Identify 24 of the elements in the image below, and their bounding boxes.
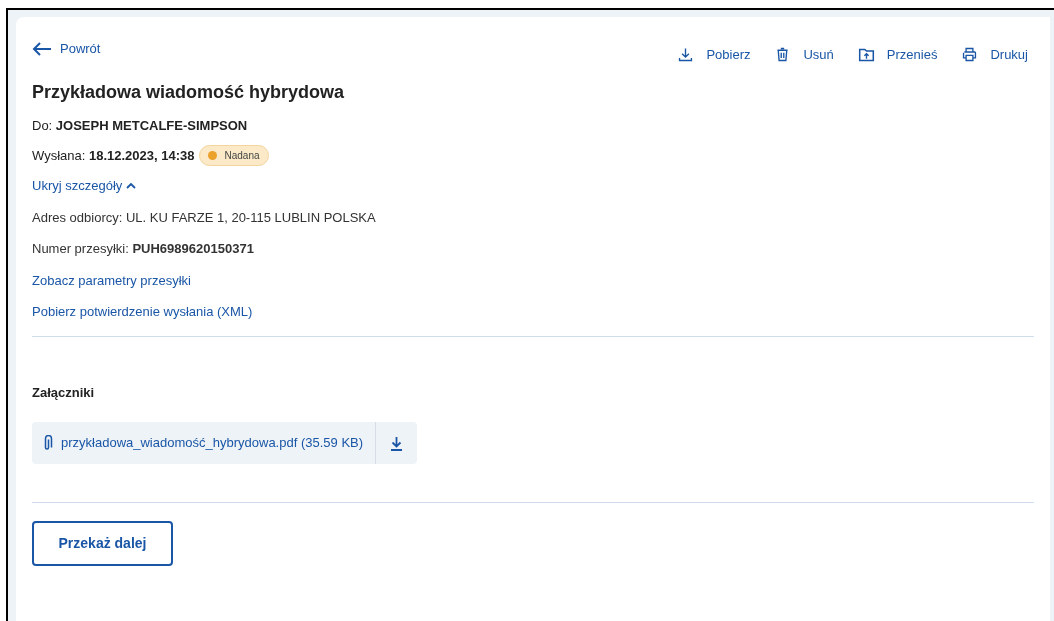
printer-icon xyxy=(961,46,979,64)
toolbar-move-button[interactable]: Przenieś xyxy=(857,45,938,65)
details-toggle[interactable]: Ukryj szczegóły xyxy=(32,176,137,196)
back-link[interactable]: Powrót xyxy=(32,39,101,59)
detail-line: Numer przesyłki: PUH6989620150371 xyxy=(32,240,255,258)
message-title: Przykładowa wiadomość hybrydowa xyxy=(32,80,346,104)
attachments-heading: Załączniki xyxy=(32,383,96,402)
forward-button[interactable]: Przekaż dalej xyxy=(32,521,173,566)
back-arrow-icon xyxy=(32,40,52,57)
sent-date: Wysłana: 18.12.2023, 14:38 xyxy=(32,146,195,165)
toolbar-print-button[interactable]: Drukuj xyxy=(961,45,1028,65)
recipient-line: Do: JOSEPH METCALFE-SIMPSON xyxy=(32,116,249,135)
details-link[interactable]: Zobacz parametry przesyłki xyxy=(32,270,191,290)
folder-upload-icon xyxy=(857,46,875,64)
detail-line: Adres odbiorcy: UL. KU FARZE 1, 20-115 LUBLIN POLSKA xyxy=(32,208,377,227)
paperclip-icon xyxy=(44,435,53,451)
chevron-icon xyxy=(126,181,137,190)
attachment-link[interactable]: przykładowa_wiadomość_hybrydowa.pdf (35.59 KB) xyxy=(32,422,376,464)
download-icon xyxy=(390,435,404,451)
status-badge: Nadana xyxy=(198,145,269,166)
details-link[interactable]: Pobierz potwierdzenie wysłania (XML) xyxy=(32,302,253,322)
toolbar-delete-button[interactable]: Usuń xyxy=(774,45,834,65)
toolbar-download-button[interactable]: Pobierz xyxy=(677,45,751,65)
download-icon xyxy=(677,46,695,64)
